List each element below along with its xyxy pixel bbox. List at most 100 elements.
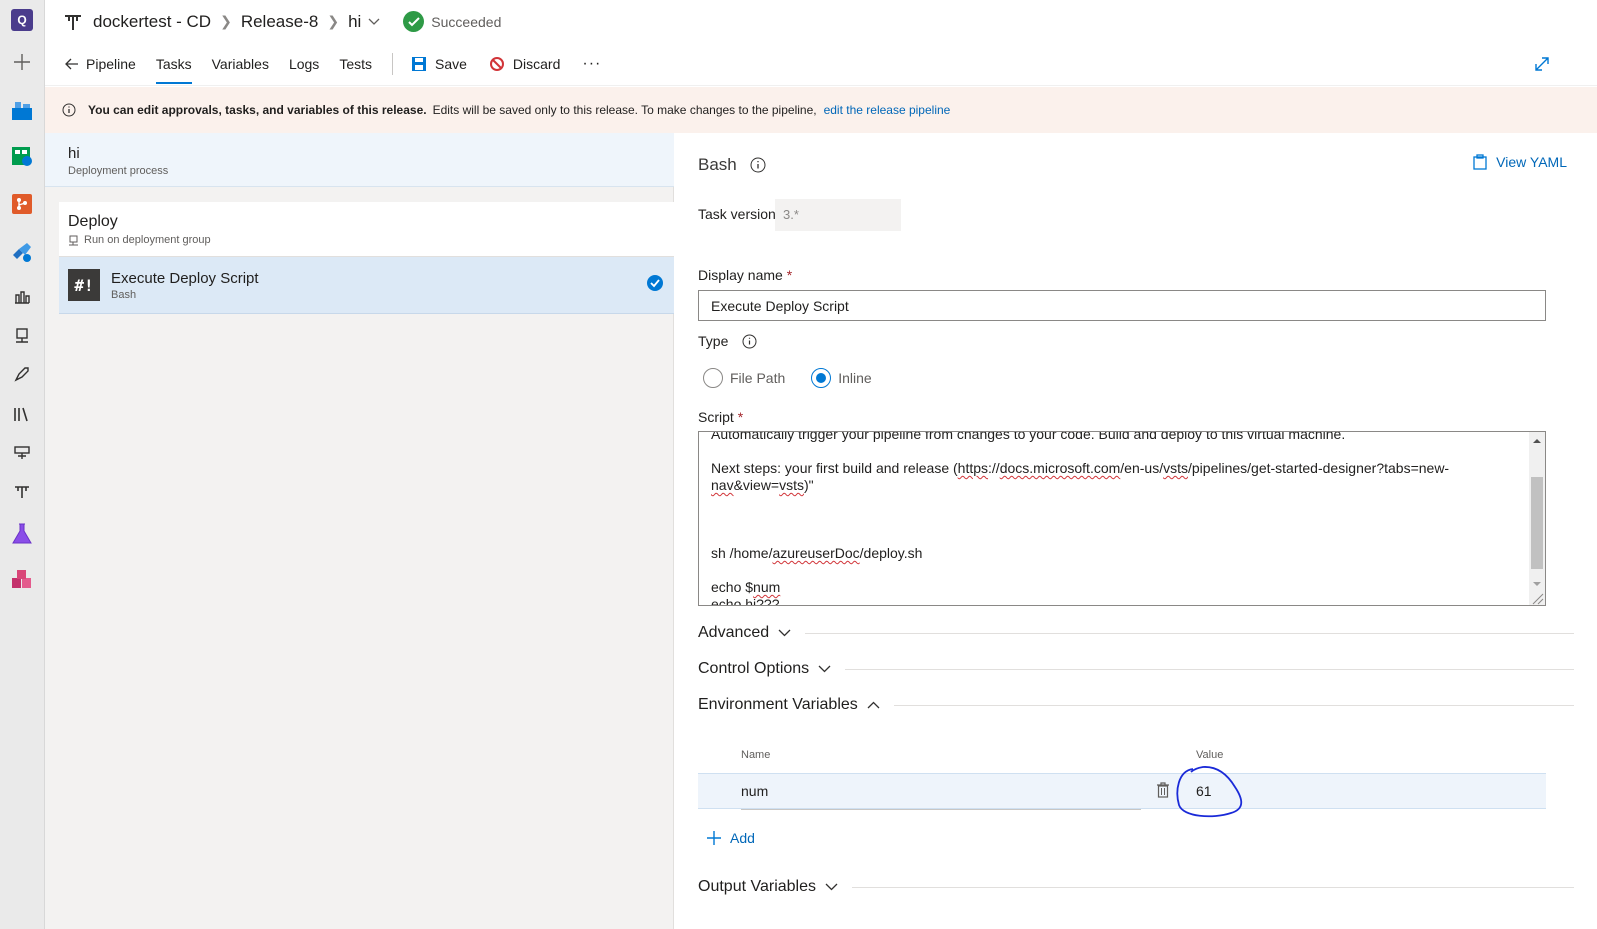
script-label: Script *: [698, 409, 744, 425]
task-groups-icon[interactable]: [8, 438, 36, 466]
process-title: hi: [68, 145, 80, 162]
script-line: Automatically trigger your pipeline from…: [711, 431, 1346, 442]
chevron-down-icon: [825, 883, 838, 891]
plus-icon[interactable]: [8, 48, 36, 76]
scroll-thumb[interactable]: [1531, 477, 1543, 569]
display-name-input[interactable]: Execute Deploy Script: [698, 290, 1546, 321]
section-output-variables[interactable]: Output Variables: [698, 877, 1574, 897]
scroll-down-icon[interactable]: [1529, 577, 1545, 591]
arrow-left-icon: [65, 58, 78, 70]
chevron-down-icon: [818, 665, 831, 673]
tab-tests[interactable]: Tests: [339, 43, 372, 86]
clipboard-icon: [1473, 154, 1487, 170]
script-scrollbar[interactable]: [1529, 432, 1545, 605]
discard-button[interactable]: Discard: [489, 56, 560, 72]
info-icon: [62, 103, 76, 117]
deployment-groups-icon[interactable]: [8, 322, 36, 350]
script-line: sh /home/azureuserDoc/deploy.sh: [711, 545, 923, 561]
org-icon[interactable]: Q: [8, 6, 36, 34]
save-icon: [412, 57, 426, 71]
script-line: echo $num: [711, 579, 781, 595]
type-radio-group: File Path Inline: [703, 368, 872, 388]
task-item-execute-deploy-script[interactable]: #! Execute Deploy Script Bash: [59, 257, 674, 314]
radio-inline[interactable]: [811, 368, 832, 388]
task-subtitle: Bash: [111, 288, 137, 301]
display-name-label: Display name *: [698, 267, 793, 283]
chevron-up-icon: [867, 701, 880, 709]
tab-variables[interactable]: Variables: [212, 43, 269, 86]
task-details-panel: Bash View YAML Task version 3.* Display …: [675, 133, 1597, 929]
chevron-right-icon: ❯: [327, 13, 340, 29]
stage-item-deploy[interactable]: Deploy Run on deployment group: [59, 202, 674, 257]
breadcrumb-release[interactable]: Release-8: [241, 12, 319, 32]
deployment-process-item[interactable]: hi Deployment process: [45, 133, 674, 187]
server-icon: [69, 235, 78, 245]
check-circle-icon: [403, 11, 425, 32]
view-yaml-button[interactable]: View YAML: [1473, 154, 1567, 170]
edit-release-pipeline-link[interactable]: edit the release pipeline: [824, 103, 951, 117]
releases-icon[interactable]: [8, 360, 36, 388]
banner-text: Edits will be saved only to this release…: [432, 103, 817, 117]
tab-logs[interactable]: Logs: [289, 43, 319, 86]
nav-rail: Q: [0, 0, 45, 929]
library-icon[interactable]: [8, 400, 36, 428]
process-panel: hi Deployment process Deploy Run on depl…: [45, 133, 674, 929]
script-editor[interactable]: Automatically trigger your pipeline from…: [698, 431, 1546, 606]
stage-title: Deploy: [68, 213, 118, 230]
test-plans-icon[interactable]: [8, 520, 36, 548]
tab-tasks[interactable]: Tasks: [155, 43, 192, 86]
bash-icon: #!: [68, 269, 100, 301]
pipeline-icon: [65, 14, 81, 30]
task-title: Execute Deploy Script: [111, 269, 259, 287]
pipelines-icon[interactable]: [8, 238, 36, 266]
annotation-circle: [1176, 766, 1243, 818]
table-row: num 61: [698, 773, 1546, 810]
overview-icon[interactable]: [8, 96, 36, 124]
info-icon[interactable]: [742, 334, 757, 349]
more-actions-button[interactable]: ···: [582, 55, 601, 73]
back-to-pipeline-button[interactable]: Pipeline: [65, 43, 136, 86]
env-name-header: Name: [741, 749, 771, 761]
chevron-down-icon: [778, 629, 791, 637]
info-icon[interactable]: [750, 157, 766, 173]
header: dockertest - CD ❯ Release-8 ❯ hi Succeed…: [45, 0, 1597, 43]
boards-icon[interactable]: [8, 142, 36, 170]
breadcrumb-stage[interactable]: hi: [348, 12, 361, 32]
type-label: Type: [698, 333, 757, 349]
script-line: nav&view=vsts)": [711, 477, 814, 493]
prohibited-icon: [489, 57, 504, 71]
chevron-right-icon: ❯: [220, 13, 232, 29]
status-text: Succeeded: [431, 13, 502, 30]
env-name-input[interactable]: num: [741, 783, 768, 799]
process-subtitle: Deployment process: [68, 165, 169, 177]
task-version-select[interactable]: 3.*: [775, 199, 901, 231]
script-line: echo hi???: [711, 596, 780, 606]
task-version-label: Task version: [698, 206, 776, 222]
section-advanced[interactable]: Advanced: [698, 623, 1574, 643]
plus-icon: [707, 831, 721, 845]
add-variable-button[interactable]: Add: [706, 830, 755, 846]
check-circle-icon: [646, 274, 664, 297]
scroll-up-icon[interactable]: [1529, 434, 1545, 448]
builds-icon[interactable]: [8, 282, 36, 310]
trash-icon[interactable]: [1156, 782, 1170, 803]
resize-grip-icon[interactable]: [1530, 591, 1544, 605]
chevron-down-icon[interactable]: [367, 17, 381, 27]
info-banner: You can edit approvals, tasks, and varia…: [45, 87, 1597, 133]
env-value-header: Value: [1196, 749, 1224, 761]
task-details-title: Bash: [698, 155, 737, 174]
pipeline-icon[interactable]: [8, 478, 36, 506]
breadcrumb-pipeline[interactable]: dockertest - CD: [93, 12, 211, 32]
artifacts-icon[interactable]: [8, 566, 36, 594]
banner-bold-text: You can edit approvals, tasks, and varia…: [88, 103, 427, 117]
section-control-options[interactable]: Control Options: [698, 659, 1574, 679]
expand-icon[interactable]: [1533, 55, 1551, 78]
app: Q dockertest - CD ❯ Release-8 ❯ hi Succe…: [0, 0, 1597, 929]
repos-icon[interactable]: [8, 190, 36, 218]
radio-file-path[interactable]: [703, 368, 723, 388]
toolbar-divider: [392, 53, 393, 75]
stage-subtitle: Run on deployment group: [84, 234, 211, 246]
toolbar: Pipeline Tasks Variables Logs Tests Save…: [45, 43, 1597, 86]
section-environment-variables[interactable]: Environment Variables: [698, 695, 1574, 715]
save-button[interactable]: Save: [411, 56, 467, 72]
